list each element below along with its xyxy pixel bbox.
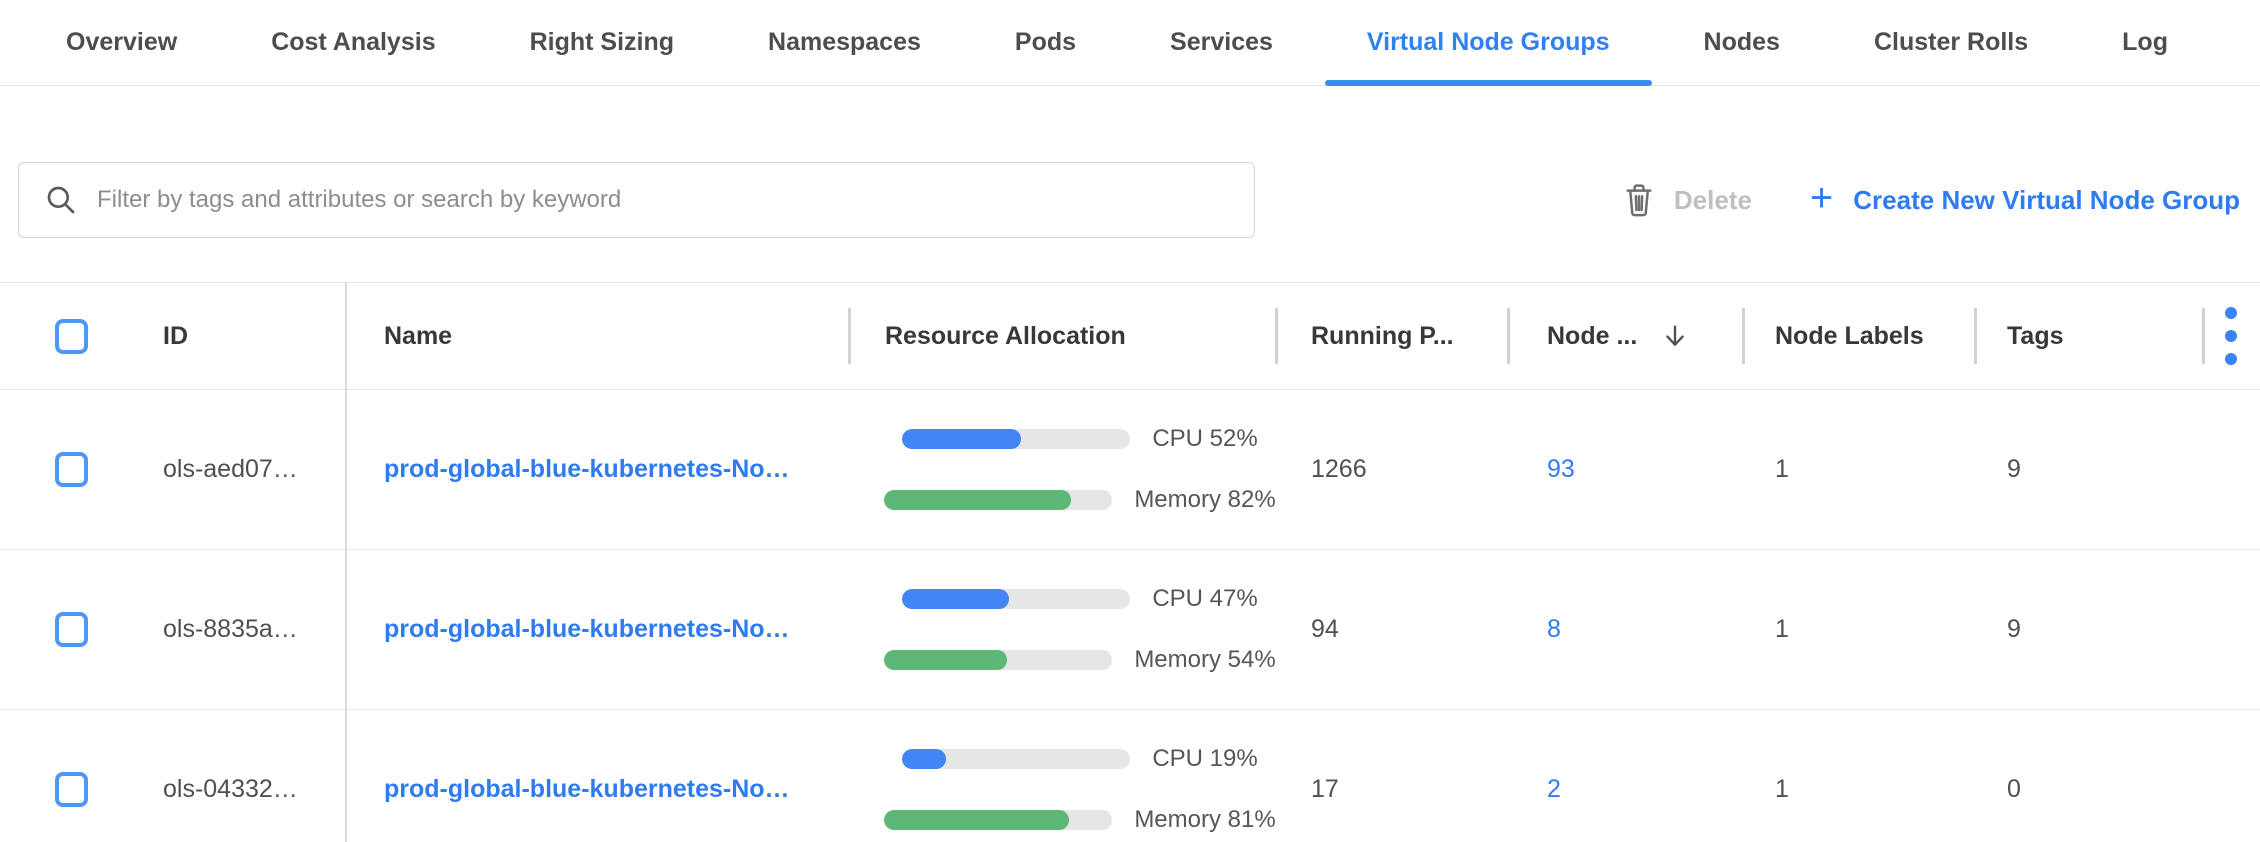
plus-icon: + <box>1810 178 1833 218</box>
memory-bar-track <box>884 490 1112 510</box>
header-checkbox-cell <box>0 319 130 354</box>
search-icon <box>45 184 77 216</box>
select-all-checkbox[interactable] <box>55 319 88 354</box>
tab-services[interactable]: Services <box>1128 0 1315 85</box>
nodes-cell: 2 <box>1507 775 1742 804</box>
nodes-count-link[interactable]: 8 <box>1547 615 1561 644</box>
column-header-nodes-label: Node ... <box>1547 322 1637 351</box>
tab-virtual-node-groups[interactable]: Virtual Node Groups <box>1325 0 1652 85</box>
column-header-node-labels[interactable]: Node Labels <box>1742 283 1974 389</box>
column-header-name[interactable]: Name <box>345 283 848 389</box>
memory-usage: Memory 82% <box>884 486 1275 514</box>
memory-bar-fill <box>884 650 1007 670</box>
memory-label: Memory 81% <box>1134 806 1275 834</box>
node-labels-cell: 1 <box>1742 455 1974 484</box>
memory-bar-track <box>884 810 1112 830</box>
tab-pods[interactable]: Pods <box>973 0 1118 85</box>
nodes-cell: 8 <box>1507 615 1742 644</box>
nodes-cell: 93 <box>1507 455 1742 484</box>
row-checkbox-cell <box>0 772 130 807</box>
table-row: ols-aed07… prod-global-blue-kubernetes-N… <box>0 390 2260 550</box>
search-input[interactable] <box>97 186 1254 214</box>
column-header-running-pods[interactable]: Running P... <box>1275 283 1507 389</box>
node-group-name-link[interactable]: prod-global-blue-kubernetes-No… <box>384 775 790 804</box>
cpu-bar-fill <box>902 749 945 769</box>
row-checkbox[interactable] <box>55 452 88 487</box>
tab-namespaces[interactable]: Namespaces <box>726 0 963 85</box>
tab-bar: Overview Cost Analysis Right Sizing Name… <box>0 0 2260 86</box>
tab-log[interactable]: Log <box>2080 0 2210 85</box>
row-checkbox-cell <box>0 612 130 647</box>
nodes-count-link[interactable]: 93 <box>1547 455 1575 484</box>
memory-bar-fill <box>884 490 1071 510</box>
table-row: ols-04332… prod-global-blue-kubernetes-N… <box>0 710 2260 842</box>
create-virtual-node-group-button[interactable]: + Create New Virtual Node Group <box>1810 180 2240 220</box>
row-name-cell: prod-global-blue-kubernetes-No… <box>345 615 848 644</box>
table-row: ols-8835a… prod-global-blue-kubernetes-N… <box>0 550 2260 710</box>
row-id-cell: ols-aed07… <box>130 455 345 484</box>
tab-cluster-rolls[interactable]: Cluster Rolls <box>1832 0 2070 85</box>
table-body: ols-aed07… prod-global-blue-kubernetes-N… <box>0 390 2260 842</box>
cpu-label: CPU 47% <box>1152 585 1257 613</box>
row-checkbox[interactable] <box>55 772 88 807</box>
resource-allocation-cell: CPU 52% Memory 82% <box>848 425 1275 514</box>
cpu-usage: CPU 19% <box>902 745 1257 773</box>
delete-button[interactable]: Delete <box>1624 183 1752 217</box>
cpu-bar-fill <box>902 589 1009 609</box>
cpu-usage: CPU 47% <box>902 585 1257 613</box>
cpu-bar-fill <box>902 429 1021 449</box>
row-name-cell: prod-global-blue-kubernetes-No… <box>345 775 848 804</box>
delete-label: Delete <box>1674 185 1752 216</box>
node-labels-cell: 1 <box>1742 775 1974 804</box>
tags-cell: 0 <box>1974 775 2202 804</box>
memory-usage: Memory 81% <box>884 806 1275 834</box>
cpu-bar-track <box>902 589 1130 609</box>
virtual-node-groups-table: ID Name Resource Allocation Running P...… <box>0 282 2260 842</box>
tab-nodes[interactable]: Nodes <box>1662 0 1822 85</box>
column-settings-kebab-icon[interactable] <box>2221 303 2241 369</box>
create-label: Create New Virtual Node Group <box>1853 185 2240 216</box>
memory-label: Memory 54% <box>1134 646 1275 674</box>
table-header: ID Name Resource Allocation Running P...… <box>0 282 2260 390</box>
cpu-bar-track <box>902 429 1130 449</box>
running-pods-cell: 17 <box>1275 775 1507 804</box>
cpu-label: CPU 52% <box>1152 425 1257 453</box>
virtual-node-groups-page: Overview Cost Analysis Right Sizing Name… <box>0 0 2260 842</box>
tags-cell: 9 <box>1974 455 2202 484</box>
cpu-label: CPU 19% <box>1152 745 1257 773</box>
memory-bar-fill <box>884 810 1069 830</box>
resource-allocation-cell: CPU 19% Memory 81% <box>848 745 1275 834</box>
running-pods-cell: 1266 <box>1275 455 1507 484</box>
row-checkbox[interactable] <box>55 612 88 647</box>
memory-usage: Memory 54% <box>884 646 1275 674</box>
toolbar-actions: Delete + Create New Virtual Node Group <box>1624 162 2240 238</box>
node-labels-cell: 1 <box>1742 615 1974 644</box>
row-name-cell: prod-global-blue-kubernetes-No… <box>345 455 848 484</box>
column-header-tags[interactable]: Tags <box>1974 283 2202 389</box>
node-group-name-link[interactable]: prod-global-blue-kubernetes-No… <box>384 615 790 644</box>
memory-label: Memory 82% <box>1134 486 1275 514</box>
resource-allocation-cell: CPU 47% Memory 54% <box>848 585 1275 674</box>
row-checkbox-cell <box>0 452 130 487</box>
header-menu-cell <box>2202 283 2260 389</box>
cpu-usage: CPU 52% <box>902 425 1257 453</box>
row-id-cell: ols-8835a… <box>130 615 345 644</box>
trash-icon <box>1624 183 1654 217</box>
search-box <box>18 162 1255 238</box>
tab-right-sizing[interactable]: Right Sizing <box>488 0 716 85</box>
cpu-bar-track <box>902 749 1130 769</box>
node-group-name-link[interactable]: prod-global-blue-kubernetes-No… <box>384 455 790 484</box>
running-pods-cell: 94 <box>1275 615 1507 644</box>
column-header-resource-allocation[interactable]: Resource Allocation <box>848 283 1275 389</box>
nodes-count-link[interactable]: 2 <box>1547 775 1561 804</box>
row-id-cell: ols-04332… <box>130 775 345 804</box>
sort-descending-icon[interactable] <box>1661 322 1689 350</box>
memory-bar-track <box>884 650 1112 670</box>
column-header-id[interactable]: ID <box>130 283 345 389</box>
tags-cell: 9 <box>1974 615 2202 644</box>
tab-overview[interactable]: Overview <box>24 0 219 85</box>
column-header-nodes[interactable]: Node ... <box>1507 283 1742 389</box>
tab-cost-analysis[interactable]: Cost Analysis <box>229 0 477 85</box>
toolbar: Delete + Create New Virtual Node Group <box>0 86 2260 282</box>
